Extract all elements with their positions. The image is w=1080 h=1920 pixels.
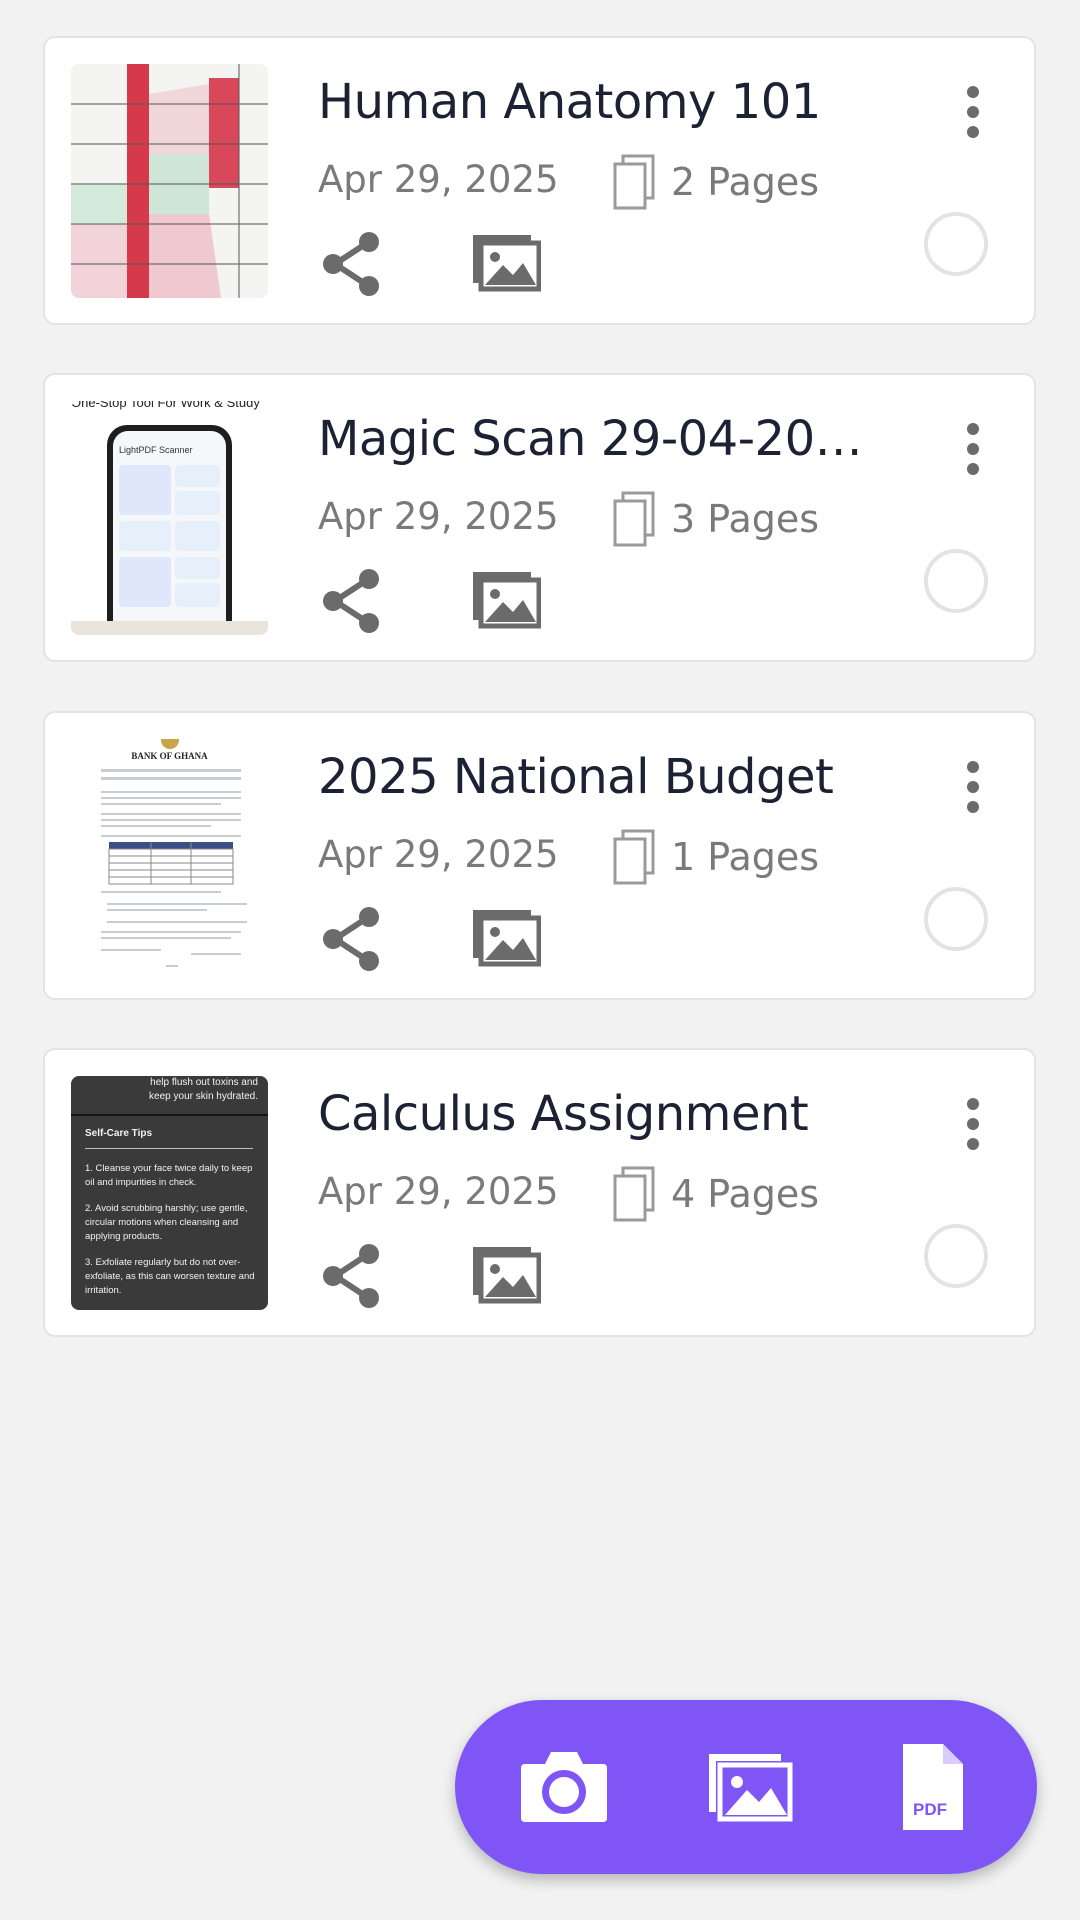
more-options-icon[interactable] (953, 757, 993, 817)
document-card[interactable]: help flush out toxins and keep your skin… (43, 1048, 1036, 1337)
document-date: Apr 29, 2025 (318, 495, 559, 538)
document-thumbnail[interactable]: One-Stop Tool For Work & Study LightPDF … (71, 401, 268, 635)
document-date: Apr 29, 2025 (318, 1170, 559, 1213)
thumbnail-tip: 2. Avoid scrubbing harshly; use gentle, … (85, 1203, 248, 1242)
share-icon[interactable] (321, 568, 381, 634)
select-checkbox[interactable] (924, 212, 988, 276)
page-count-label: 3 Pages (671, 497, 820, 541)
app-name: LightPDF Scanner (119, 445, 193, 455)
pages-icon (613, 154, 655, 210)
document-card[interactable]: Human Anatomy 101 Apr 29, 2025 2 Pages (43, 36, 1036, 325)
document-title[interactable]: Magic Scan 29-04-2025 … (318, 411, 878, 467)
document-title[interactable]: Calculus Assignment (318, 1086, 878, 1142)
gallery-icon (709, 1754, 793, 1822)
camera-icon (521, 1752, 607, 1822)
camera-button[interactable] (519, 1748, 609, 1829)
pages-icon (613, 829, 655, 885)
thumbnail-caption: One-Stop Tool For Work & Study (71, 401, 260, 410)
document-title[interactable]: 2025 National Budget (318, 749, 878, 805)
thumbnail-tip: 1. Cleanse your face twice daily to keep… (85, 1163, 253, 1188)
pages-icon (613, 1166, 655, 1222)
share-icon[interactable] (321, 1243, 381, 1309)
document-title[interactable]: Human Anatomy 101 (318, 74, 878, 130)
gallery-icon[interactable] (469, 1243, 541, 1305)
document-date: Apr 29, 2025 (318, 833, 559, 876)
document-lines (101, 769, 247, 967)
document-date: Apr 29, 2025 (318, 158, 559, 201)
thumbnail-top-text: help flush out toxins and keep your skin… (149, 1077, 258, 1102)
document-thumbnail[interactable]: help flush out toxins and keep your skin… (71, 1076, 268, 1310)
more-options-icon[interactable] (953, 1094, 993, 1154)
page-count: 4 Pages (613, 1165, 819, 1223)
document-thumbnail[interactable]: BANK OF GHANA (71, 739, 268, 973)
document-thumbnail[interactable] (71, 64, 268, 298)
more-options-icon[interactable] (953, 419, 993, 479)
anatomy-sheet-thumbnail (71, 64, 268, 298)
more-options-icon[interactable] (953, 82, 993, 142)
page-count: 1 Pages (613, 828, 819, 886)
phone-mockup: LightPDF Scanner (107, 425, 232, 635)
share-icon[interactable] (321, 231, 381, 297)
gallery-icon[interactable] (469, 906, 541, 968)
share-icon[interactable] (321, 906, 381, 972)
import-images-button[interactable] (707, 1752, 793, 1827)
page-count-label: 1 Pages (671, 835, 820, 879)
pdf-label: PDF (913, 1800, 947, 1819)
pages-icon (613, 491, 655, 547)
document-card[interactable]: One-Stop Tool For Work & Study LightPDF … (43, 373, 1036, 662)
page-count-label: 2 Pages (671, 160, 820, 204)
select-checkbox[interactable] (924, 549, 988, 613)
import-pdf-button[interactable]: PDF (901, 1742, 965, 1837)
page-count-label: 4 Pages (671, 1172, 820, 1216)
page-count: 3 Pages (613, 490, 819, 548)
thumbnail-heading: Self-Care Tips (85, 1128, 153, 1139)
gallery-icon[interactable] (469, 231, 541, 293)
select-checkbox[interactable] (924, 1224, 988, 1288)
page-count: 2 Pages (613, 153, 819, 211)
document-card[interactable]: BANK OF GHANA 2025 National Budget Apr 2… (43, 711, 1036, 1000)
select-checkbox[interactable] (924, 887, 988, 951)
thumbnail-tip: 3. Exfoliate regularly but do not over-e… (85, 1257, 255, 1296)
floating-action-bar: PDF (455, 1700, 1037, 1874)
gallery-icon[interactable] (469, 568, 541, 630)
